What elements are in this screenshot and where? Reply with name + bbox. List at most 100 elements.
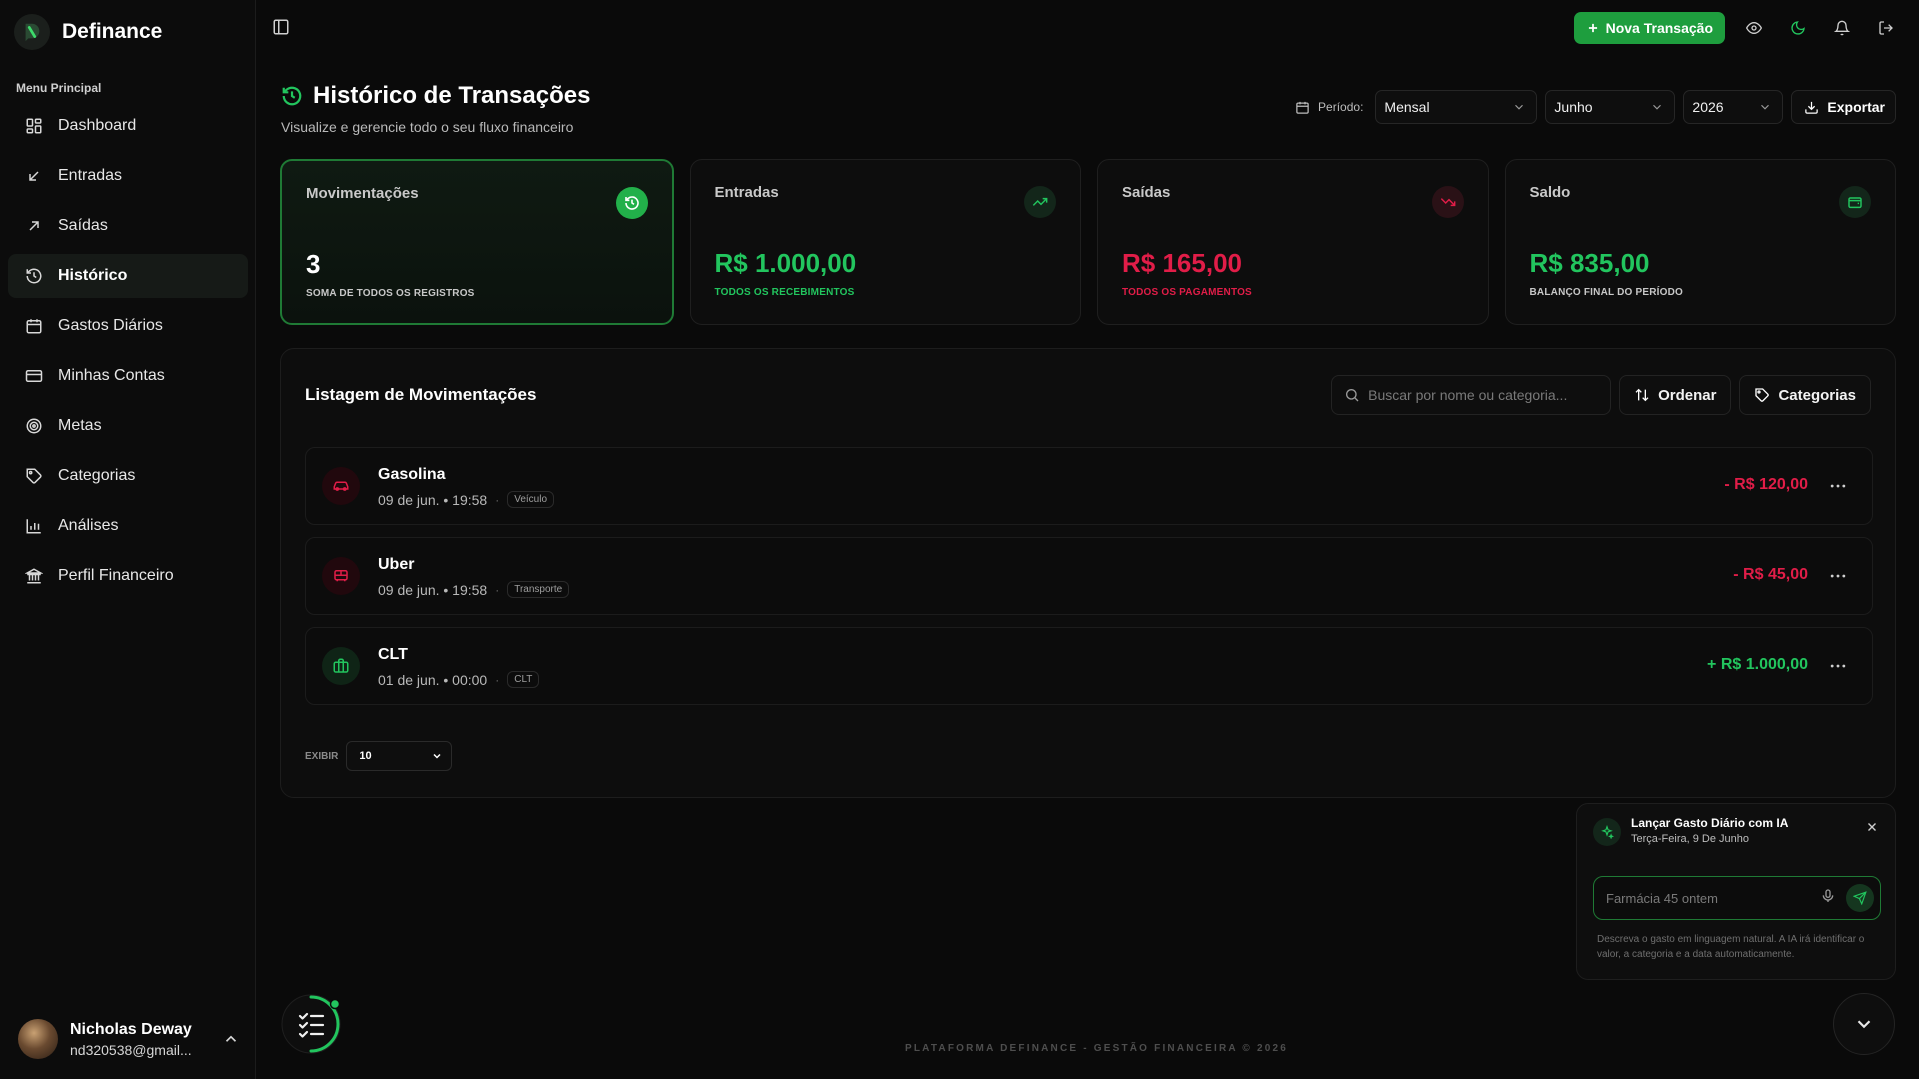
sidebar-item-minhas-contas[interactable]: Minhas Contas (8, 354, 248, 398)
sidebar-item-saidas[interactable]: Saídas (8, 204, 248, 248)
card-subtitle: SOMA DE TODOS OS REGISTROS (306, 288, 475, 299)
card-title: Saídas (1122, 184, 1171, 201)
app-name: Definance (62, 20, 163, 43)
table-row[interactable]: CLT 01 de jun. • 00:00 · CLT + R$ 1.000,… (305, 627, 1873, 705)
ai-expense-input[interactable] (1606, 890, 1820, 906)
export-button[interactable]: Exportar (1791, 90, 1896, 124)
period-filters: Período: Mensal Junho 2026 Exportar (1295, 90, 1896, 124)
sort-button[interactable]: Ordenar (1619, 375, 1732, 415)
sort-label: Ordenar (1658, 386, 1717, 404)
sidebar-item-entradas[interactable]: Entradas (8, 154, 248, 198)
arrow-down-left-icon (24, 166, 44, 186)
search-input[interactable] (1368, 387, 1589, 403)
avatar (18, 1019, 58, 1059)
table-row[interactable]: Gasolina 09 de jun. • 19:58 · Veículo - … (305, 447, 1873, 525)
brand[interactable]: Definance (14, 14, 162, 50)
sidebar-item-gastos-diarios[interactable]: Gastos Diários (8, 304, 248, 348)
sidebar-item-dashboard[interactable]: Dashboard (8, 104, 248, 148)
logout-icon[interactable] (1871, 13, 1901, 43)
bank-icon (24, 566, 44, 586)
history-icon (615, 187, 648, 219)
checklist-icon (281, 994, 341, 1054)
card-title: Saldo (1529, 184, 1571, 201)
period-type-select[interactable]: Mensal (1375, 90, 1538, 124)
sidebar-item-label: Dashboard (58, 117, 137, 134)
history-icon (24, 266, 44, 286)
card-saidas[interactable]: Saídas R$ 165,00 TODOS OS PAGAMENTOS (1097, 159, 1489, 325)
sidebar: Definance Menu Principal Dashboard Entra… (0, 0, 256, 1079)
month-value: Junho (1554, 99, 1593, 115)
chevron-down-icon (1853, 1013, 1875, 1035)
year-value: 2026 (1692, 99, 1724, 115)
sparkles-icon (1593, 818, 1621, 846)
separator: · (495, 492, 500, 507)
page-size-control: EXIBIR 10 (305, 741, 453, 771)
eye-icon[interactable] (1739, 13, 1769, 43)
table-row[interactable]: Uber 09 de jun. • 19:58 · Transporte - R… (305, 537, 1873, 615)
footer-text: PLATAFORMA DEFINANCE - GESTÃO FINANCEIRA… (905, 1043, 1289, 1054)
separator: · (495, 672, 500, 687)
page-size-label: EXIBIR (305, 750, 339, 762)
categories-button[interactable]: Categorias (1739, 375, 1871, 415)
card-movimentacoes[interactable]: Movimentações 3 SOMA DE TODOS OS REGISTR… (280, 159, 674, 325)
user-email: nd320538@gmail... (70, 1041, 192, 1058)
send-icon[interactable] (1846, 884, 1874, 912)
calendar-icon (24, 316, 44, 336)
row-name: CLT (378, 646, 408, 663)
chevron-down-icon (1650, 100, 1664, 114)
tag-icon (1754, 387, 1770, 403)
year-select[interactable]: 2026 (1683, 90, 1784, 124)
row-date: 09 de jun. • 19:58 (378, 491, 488, 508)
category-tag: CLT (507, 671, 540, 688)
sidebar-item-label: Minhas Contas (58, 367, 165, 384)
calendar-icon (1295, 100, 1310, 115)
page-size-select[interactable]: 10 (346, 741, 453, 771)
trending-down-icon (1431, 186, 1464, 218)
card-entradas[interactable]: Entradas R$ 1.000,00 TODOS OS RECEBIMENT… (689, 159, 1081, 325)
microphone-icon[interactable] (1820, 888, 1840, 908)
row-amount: + R$ 1.000,00 (1707, 656, 1808, 673)
row-meta: 01 de jun. • 00:00 · CLT (378, 671, 540, 688)
sidebar-item-perfil-financeiro[interactable]: Perfil Financeiro (8, 554, 248, 598)
month-select[interactable]: Junho (1545, 90, 1676, 124)
row-date: 01 de jun. • 00:00 (378, 671, 488, 688)
sidebar-item-metas[interactable]: Metas (8, 404, 248, 448)
search-icon (1344, 387, 1360, 403)
checklist-progress-button[interactable] (281, 994, 341, 1054)
row-name: Uber (378, 556, 415, 573)
card-value: 3 (306, 249, 321, 279)
card-value: R$ 835,00 (1529, 248, 1650, 278)
sidebar-item-categorias[interactable]: Categorias (8, 454, 248, 498)
more-options-icon[interactable] (1828, 656, 1848, 676)
chevron-down-icon (1758, 100, 1772, 114)
sidebar-item-label: Saídas (58, 217, 108, 234)
sidebar-item-analises[interactable]: Análises (8, 504, 248, 548)
summary-cards: Movimentações 3 SOMA DE TODOS OS REGISTR… (280, 159, 1896, 325)
dashboard-icon (24, 116, 44, 136)
row-meta: 09 de jun. • 19:58 · Transporte (378, 581, 570, 598)
card-subtitle: BALANÇO FINAL DO PERÍODO (1529, 287, 1684, 298)
sidebar-nav: Dashboard Entradas Saídas Histórico Gast… (8, 104, 248, 604)
row-name: Gasolina (378, 466, 446, 483)
sidebar-toggle-icon[interactable] (272, 18, 294, 40)
new-transaction-button[interactable]: Nova Transação (1573, 12, 1725, 44)
more-options-icon[interactable] (1828, 566, 1848, 586)
sidebar-item-historico[interactable]: Histórico (8, 254, 248, 298)
plus-icon (1586, 21, 1600, 35)
row-amount: - R$ 45,00 (1733, 566, 1808, 583)
user-menu[interactable]: Nicholas Deway nd320538@gmail... (18, 1015, 240, 1063)
logo-icon (14, 14, 50, 50)
moon-icon[interactable] (1783, 13, 1813, 43)
bar-chart-icon (24, 516, 44, 536)
page-title-text: Histórico de Transações (313, 82, 591, 109)
bell-icon[interactable] (1827, 13, 1857, 43)
new-transaction-label: Nova Transação (1605, 20, 1713, 36)
scroll-down-button[interactable] (1833, 993, 1895, 1055)
period-label: Período: (1295, 100, 1363, 115)
page-title: Histórico de Transações (281, 82, 590, 110)
card-subtitle: TODOS OS RECEBIMENTOS (714, 287, 855, 298)
card-saldo[interactable]: Saldo R$ 835,00 BALANÇO FINAL DO PERÍODO (1504, 159, 1896, 325)
more-options-icon[interactable] (1828, 476, 1848, 496)
close-icon[interactable] (1865, 820, 1881, 836)
row-meta: 09 de jun. • 19:58 · Veículo (378, 491, 555, 508)
